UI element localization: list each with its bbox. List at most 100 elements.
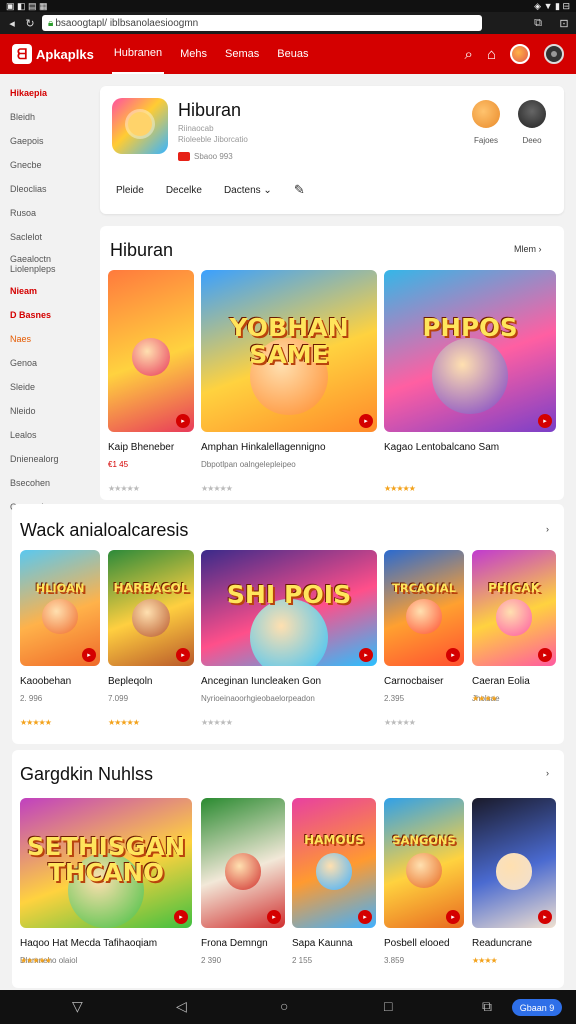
brand-mark-icon: ᗺ [12,44,32,64]
game-title[interactable]: Anceginan Iuncleaken Gon [201,676,381,687]
sidebar-item[interactable]: Rusoa [10,202,96,226]
game-thumbnail[interactable]: SETHISGAN THCANO ▸ [20,798,192,928]
home-icon[interactable]: ⌂ [487,46,496,63]
tabs-icon[interactable]: ⧉ [532,17,544,30]
sidebar-item[interactable]: Gaepois [10,130,96,154]
game-thumbnail[interactable]: PHIGAK ▸ [472,550,556,666]
sidebar-item[interactable]: Bleidh [10,106,96,130]
play-badge-icon[interactable]: ▸ [446,648,460,662]
nav-down-icon[interactable]: ▽ [72,998,83,1015]
more-link[interactable]: Mlem › [514,244,542,254]
menu-icon[interactable]: ⊡ [558,17,570,30]
sidebar-item[interactable]: Nieam [10,280,96,304]
rating-stars: ★★★★★ [201,718,233,727]
rating-stars: ★★★★★ [108,718,140,727]
avatar-face-icon [472,100,500,128]
sidebar-item[interactable]: Gnecbe [10,154,96,178]
play-badge-icon[interactable]: ▸ [359,414,373,428]
lock-icon: 🔒︎ [48,17,54,29]
sidebar-item[interactable]: Sleide [10,376,96,400]
character-illustration [224,852,262,890]
edit-pencil-icon[interactable]: ✎ [294,182,305,198]
notification-icons: ▣ ◧ ▤ ▦ [6,0,48,11]
nav-tab-3[interactable]: Beuas [275,34,310,74]
sidebar-item[interactable]: Saclelot [10,226,96,250]
game-thumbnail[interactable]: PHPOS ▸ [384,270,556,432]
play-badge-icon[interactable]: ▸ [174,910,188,924]
channel-profile-card: Hiburan Riinaocab Rioleeble Jiborcatio S… [100,86,564,214]
sidebar-item[interactable]: Bsecohen [10,472,96,496]
sidebar-item[interactable]: Nleido [10,400,96,424]
game-meta: 2.395 [384,694,405,703]
game-title[interactable]: Posbell elooed [384,938,468,949]
tab-pleide[interactable]: Pleide [116,185,144,196]
game-title[interactable]: Caeran Eolia [472,676,560,687]
game-title[interactable]: Sapa Kaunna [292,938,380,949]
game-title[interactable]: Amphan Hinkalellagennigno [201,442,381,453]
sidebar-item[interactable]: Hikaepia [10,82,96,106]
more-link[interactable]: › [546,524,549,534]
more-link[interactable]: › [546,768,549,778]
sidebar-item[interactable]: Naes [10,328,96,352]
play-badge-icon[interactable]: ▸ [446,910,460,924]
play-badge-icon[interactable]: ▸ [538,648,552,662]
game-title[interactable]: Bepleqoln [108,676,198,687]
character-illustration [132,598,170,637]
game-title[interactable]: Haqoo Hat Mecda Tafihaoqiam [20,938,196,949]
game-title[interactable]: Carnocbaiser [384,676,468,687]
sidebar-item[interactable]: Dleoclias [10,178,96,202]
game-thumbnail[interactable]: YOBHAN SAME ▸ [201,270,377,432]
refresh-icon[interactable]: ↻ [24,17,36,30]
profile-avatar-2[interactable]: Deeo [502,100,562,145]
game-meta: Dbpotlpan oalngelepleipeo [201,460,296,469]
channel-tabs: Pleide Decelke Dactens ⌄ ✎ [116,182,305,198]
game-thumbnail[interactable]: SANGONS ▸ [384,798,464,928]
search-icon[interactable]: ⌕ [465,46,473,63]
game-title[interactable]: Readuncrane [472,938,560,949]
thumbnail-title-art: YOBHAN SAME [229,313,349,369]
back-icon[interactable]: ◂ [6,17,18,30]
sidebar-item[interactable]: Gaealoctn Liolenpleps [10,250,96,280]
sidebar-item[interactable]: Genoa [10,352,96,376]
play-badge-icon[interactable]: ▸ [538,910,552,924]
nav-tab-1[interactable]: Mehs [178,34,209,74]
user-avatar[interactable] [510,44,530,64]
nav-recents-icon[interactable]: □ [384,998,392,1014]
tab-dactens[interactable]: Dactens ⌄ [224,185,272,196]
game-thumbnail[interactable]: HARBACOL ▸ [108,550,194,666]
game-title[interactable]: Frona Demngn [201,938,289,949]
play-badge-icon[interactable]: ▸ [176,414,190,428]
nav-pill-button[interactable]: Gbaan 9 [512,999,562,1016]
play-badge-icon[interactable]: ▸ [82,648,96,662]
game-title[interactable]: Kaip Bheneber [108,442,198,453]
game-thumbnail[interactable]: TRCAOIAL ▸ [384,550,464,666]
tab-decelke[interactable]: Decelke [166,185,202,196]
game-thumbnail[interactable]: ▸ [472,798,556,928]
play-badge-icon[interactable]: ▸ [176,648,190,662]
nav-home-icon[interactable]: ○ [280,998,288,1014]
game-thumbnail[interactable]: ▸ [108,270,194,432]
nav-tab-0[interactable]: Hubranen [111,34,165,74]
play-badge-icon[interactable]: ▸ [538,414,552,428]
game-thumbnail[interactable]: HLIOAN ▸ [20,550,100,666]
sidebar-item[interactable]: D Basnes [10,304,96,328]
game-thumbnail[interactable]: ▸ [201,798,285,928]
url-field[interactable]: 🔒︎ bsaoogtapl/ iblbsanolaesioogmn [42,15,482,31]
nav-back-icon[interactable]: ◁ [176,998,187,1015]
rating-stars: ★★★★★ [20,718,52,727]
play-badge-icon[interactable]: ▸ [359,648,373,662]
game-title[interactable]: Kagao Lentobalcano Sam [384,442,560,453]
play-badge-icon[interactable]: ▸ [358,910,372,924]
sidebar-item[interactable]: Lealos [10,424,96,448]
play-badge-icon[interactable]: ▸ [267,910,281,924]
character-illustration [132,338,170,376]
game-title[interactable]: Kaoobehan [20,676,104,687]
brand-logo[interactable]: ᗺ Apkaplks [12,44,94,64]
sidebar-item[interactable]: Dnienealorg [10,448,96,472]
game-thumbnail[interactable]: SHI POIS ▸ [201,550,377,666]
nav-split-icon[interactable]: ⧉ [482,998,492,1015]
nav-tab-2[interactable]: Semas [223,34,261,74]
settings-avatar[interactable] [544,44,564,64]
game-thumbnail[interactable]: HAMOUS ▸ [292,798,376,928]
section-gargdkin: Gargdkin Nuhlss › SETHISGAN THCANO ▸ Haqoo… [12,750,564,988]
